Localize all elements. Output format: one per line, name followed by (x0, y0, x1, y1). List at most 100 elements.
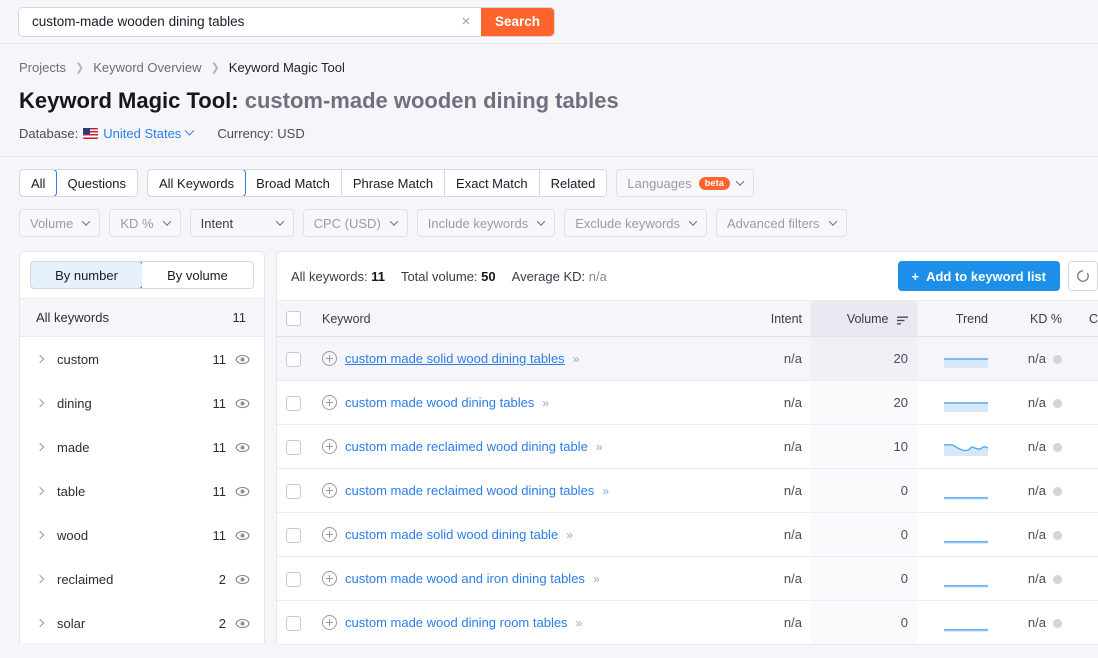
chevron-right-icon[interactable] (32, 354, 48, 364)
chevron-down-icon (184, 125, 195, 136)
sidebar-item-label: solar (57, 615, 86, 631)
trend-sparkline (944, 584, 988, 588)
column-header-volume[interactable]: Volume (811, 300, 917, 337)
languages-label: Languages (627, 175, 692, 191)
expand-keyword-icon[interactable]: » (593, 572, 600, 586)
chevron-right-icon[interactable] (32, 574, 48, 584)
expand-keyword-icon[interactable]: » (602, 484, 609, 498)
tab-broad-match[interactable]: Broad Match (245, 170, 342, 196)
chevron-right-icon[interactable] (32, 486, 48, 496)
expand-keyword-icon[interactable]: » (566, 528, 573, 542)
expand-keyword-icon[interactable]: » (576, 616, 583, 630)
column-header-keyword[interactable]: Keyword (313, 300, 735, 337)
tab-phrase-match[interactable]: Phrase Match (341, 170, 446, 196)
row-select-cell (277, 512, 313, 557)
sidebar-item-custom[interactable]: custom 11 (20, 337, 264, 381)
clear-search-icon[interactable]: × (451, 7, 481, 36)
keyword-link[interactable]: custom made wood and iron dining tables (345, 571, 585, 586)
eye-icon[interactable] (235, 440, 250, 455)
keyword-link[interactable]: custom made reclaimed wood dining tables (345, 483, 594, 498)
expand-keyword-icon[interactable]: » (596, 440, 603, 454)
row-checkbox[interactable] (286, 571, 301, 587)
add-keyword-icon[interactable] (322, 395, 337, 410)
sidebar-item-reclaimed[interactable]: reclaimed 2 (20, 557, 264, 601)
sidebar-item-wood[interactable]: wood 11 (20, 513, 264, 557)
content-body: By number By volume All keywords 11 cust… (0, 251, 1098, 645)
filter-exclude-label: Exclude keywords (575, 215, 681, 231)
keyword-link[interactable]: custom made wood dining tables (345, 395, 534, 410)
add-keyword-icon[interactable] (322, 483, 337, 498)
column-header-trend[interactable]: Trend (917, 300, 997, 337)
table-row[interactable]: custom made solid wood dining table» n/a 0… (277, 512, 1098, 557)
sidebar-toggle-by-number[interactable]: By number (31, 262, 143, 288)
keyword-link[interactable]: custom made wood dining room tables (345, 615, 568, 630)
sidebar-item-made[interactable]: made 11 (20, 425, 264, 469)
database-selector[interactable]: Database: United States (19, 125, 195, 141)
database-value[interactable]: United States (103, 126, 181, 141)
expand-keyword-icon[interactable]: » (542, 396, 549, 410)
add-keyword-icon[interactable] (322, 527, 337, 542)
add-to-keyword-list-button[interactable]: + Add to keyword list (897, 261, 1060, 291)
search-input[interactable] (19, 7, 451, 36)
column-header-cpc[interactable]: CPC (1071, 300, 1098, 337)
keyword-link[interactable]: custom made reclaimed wood dining table (345, 439, 588, 454)
eye-icon[interactable] (235, 352, 250, 367)
filter-kd[interactable]: KD % (109, 209, 181, 237)
kd-cell: n/a (997, 600, 1071, 645)
row-checkbox[interactable] (286, 395, 301, 411)
row-checkbox[interactable] (286, 483, 301, 499)
filter-advanced[interactable]: Advanced filters (716, 209, 847, 237)
row-checkbox[interactable] (286, 615, 301, 631)
search-button[interactable]: Search (481, 7, 555, 36)
kd-value: n/a (1027, 571, 1046, 586)
eye-icon[interactable] (235, 484, 250, 499)
add-keyword-icon[interactable] (322, 351, 337, 366)
tab-all-keywords[interactable]: All Keywords (148, 170, 247, 196)
kd-value: n/a (1027, 615, 1046, 630)
filter-exclude-keywords[interactable]: Exclude keywords (564, 209, 708, 237)
sidebar-item-table[interactable]: table 11 (20, 469, 264, 513)
table-row[interactable]: custom made wood and iron dining tables »… (277, 556, 1098, 601)
breadcrumb-item-keyword-overview[interactable]: Keyword Overview (93, 60, 201, 75)
eye-icon[interactable] (235, 616, 250, 631)
chevron-right-icon[interactable] (32, 618, 48, 628)
add-keyword-icon[interactable] (322, 615, 337, 630)
chevron-right-icon[interactable] (32, 442, 48, 452)
export-button[interactable] (1068, 261, 1098, 291)
filter-intent[interactable]: Intent (189, 209, 294, 237)
breadcrumb-item-projects[interactable]: Projects (19, 60, 66, 75)
tab-exact-match[interactable]: Exact Match (445, 170, 540, 196)
add-keyword-icon[interactable] (322, 571, 337, 586)
column-header-kd[interactable]: KD % (997, 300, 1071, 337)
keyword-link[interactable]: custom made solid wood dining tables (345, 351, 565, 366)
sidebar-item-dining[interactable]: dining 11 (20, 381, 264, 425)
column-header-intent[interactable]: Intent (735, 300, 811, 337)
row-checkbox[interactable] (286, 439, 301, 455)
table-row[interactable]: custom made wood dining room tables» n/a 0… (277, 600, 1098, 645)
filter-cpc[interactable]: CPC (USD) (302, 209, 408, 237)
sidebar-item-all-keywords[interactable]: All keywords 11 (20, 298, 264, 337)
table-row[interactable]: custom made reclaimed wood dining table »… (277, 424, 1098, 469)
expand-keyword-icon[interactable]: » (573, 352, 580, 366)
row-checkbox[interactable] (286, 527, 301, 543)
languages-dropdown[interactable]: Languages beta (616, 169, 755, 197)
tab-related[interactable]: Related (539, 170, 607, 196)
keyword-link[interactable]: custom made solid wood dining table (345, 527, 558, 542)
filter-volume[interactable]: Volume (19, 209, 101, 237)
table-row[interactable]: custom made reclaimed wood dining tables… (277, 468, 1098, 513)
sidebar-toggle-by-volume[interactable]: By volume (142, 262, 253, 288)
row-checkbox[interactable] (286, 351, 301, 367)
tab-questions[interactable]: Questions (56, 170, 137, 196)
chevron-right-icon[interactable] (32, 398, 48, 408)
eye-icon[interactable] (235, 572, 250, 587)
add-keyword-icon[interactable] (322, 439, 337, 454)
filter-include-keywords[interactable]: Include keywords (416, 209, 556, 237)
chevron-right-icon[interactable] (32, 530, 48, 540)
table-row[interactable]: custom made wood dining tables» n/a 20 n/a (277, 380, 1098, 425)
select-all-checkbox[interactable] (286, 311, 301, 327)
eye-icon[interactable] (235, 396, 250, 411)
table-row[interactable]: custom made solid wood dining tables » n/a… (277, 336, 1098, 381)
sidebar-item-solar[interactable]: solar 2 (20, 601, 264, 643)
tab-all[interactable]: All (20, 170, 58, 196)
eye-icon[interactable] (235, 528, 250, 543)
